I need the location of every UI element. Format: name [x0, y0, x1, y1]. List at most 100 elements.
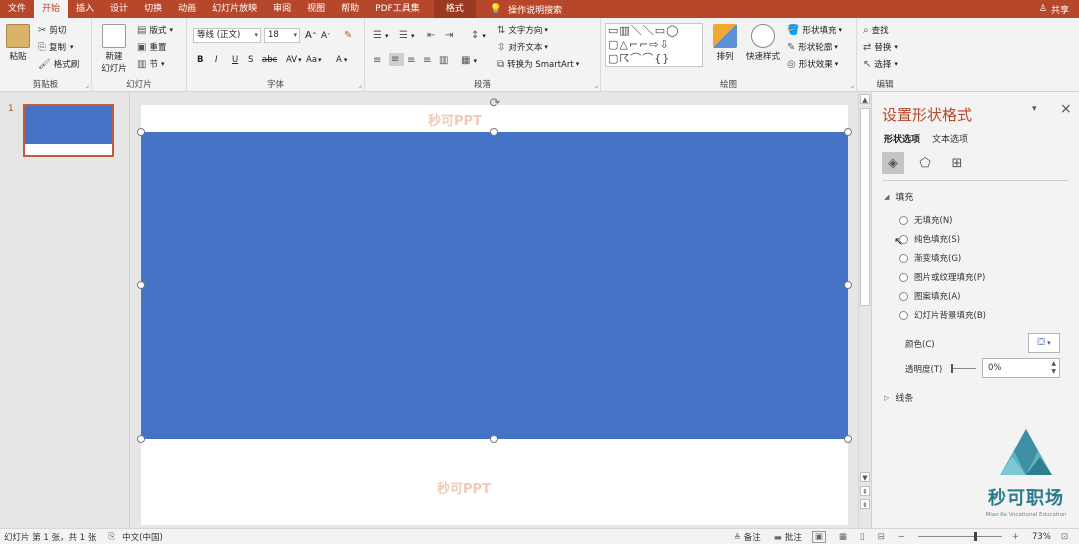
- fit-to-window-icon[interactable]: ⊡: [1061, 532, 1068, 542]
- change-case-button[interactable]: Aa ▾: [306, 55, 322, 65]
- columns-button[interactable]: ▦ ▾: [461, 55, 477, 66]
- tab-animations[interactable]: 动画: [170, 0, 204, 18]
- arrange-button[interactable]: 排列: [711, 24, 739, 62]
- radio-background-fill[interactable]: 幻灯片背景填充(B): [899, 309, 986, 321]
- font-name-select[interactable]: 等线 (正文) ▾: [193, 28, 261, 43]
- previous-slide-icon[interactable]: ⇞: [860, 486, 870, 496]
- radio-picture-fill[interactable]: 图片或纹理填充(P): [899, 271, 985, 283]
- effects-pentagon-icon[interactable]: ⬠: [914, 152, 936, 174]
- share-button[interactable]: ♙ 共享: [1039, 3, 1079, 16]
- distribute-button[interactable]: ▥: [439, 55, 451, 66]
- dialog-launcher-icon[interactable]: ⌟: [86, 81, 89, 89]
- tab-transitions[interactable]: 切换: [136, 0, 170, 18]
- select-button[interactable]: ↖ 选择 ▾: [863, 58, 898, 71]
- tab-insert[interactable]: 插入: [68, 0, 102, 18]
- slider-knob[interactable]: [951, 364, 953, 373]
- format-painter-button[interactable]: 🖌 格式刷: [38, 58, 79, 71]
- dialog-launcher-icon[interactable]: ⌟: [851, 81, 854, 89]
- numbering-button[interactable]: ☰ ▾: [399, 30, 414, 41]
- comments-button[interactable]: ▬ 批注: [771, 531, 802, 543]
- tab-design[interactable]: 设计: [102, 0, 136, 18]
- scrollbar-thumb[interactable]: [860, 108, 870, 306]
- resize-handle-bottom-right[interactable]: [844, 435, 852, 443]
- zoom-slider-knob[interactable]: [973, 532, 977, 541]
- layout-button[interactable]: ▤ 版式 ▾: [137, 24, 173, 37]
- section-button[interactable]: ▥ 节 ▾: [137, 58, 164, 71]
- radio-solid-fill[interactable]: 纯色填充(S): [899, 233, 960, 245]
- dialog-launcher-icon[interactable]: ⌟: [359, 81, 362, 89]
- new-slide-button[interactable]: 新建 幻灯片: [96, 24, 132, 74]
- language-label[interactable]: 中文(中国): [122, 531, 163, 543]
- radio-pattern-fill[interactable]: 图案填充(A): [899, 290, 960, 302]
- align-right-button[interactable]: ≡: [407, 55, 418, 66]
- close-icon[interactable]: ×: [1060, 101, 1072, 117]
- text-direction-button[interactable]: ⇅ 文字方向 ▾: [497, 24, 548, 37]
- radio-no-fill[interactable]: 无填充(N): [899, 214, 953, 226]
- selected-rectangle-shape[interactable]: [141, 132, 848, 439]
- slide-thumbnail[interactable]: [23, 104, 114, 157]
- scroll-up-icon[interactable]: ▲: [860, 94, 870, 104]
- rotate-handle-icon[interactable]: ⟳: [488, 97, 502, 111]
- resize-handle-right[interactable]: [844, 281, 852, 289]
- quick-styles-button[interactable]: 快速样式: [741, 24, 785, 62]
- align-text-button[interactable]: ⇳ 对齐文本 ▾: [497, 41, 548, 54]
- shapes-gallery[interactable]: ▭▥＼＼▭◯ ▢△⌐⌐⇨⇩ ▢☈⌒⌒{}: [605, 23, 703, 67]
- tab-view[interactable]: 视图: [299, 0, 333, 18]
- tab-text-options[interactable]: 文本选项: [932, 132, 968, 145]
- resize-handle-top-left[interactable]: [137, 128, 145, 136]
- tab-help[interactable]: 帮助: [333, 0, 367, 18]
- shape-effects-button[interactable]: ◎ 形状效果 ▾: [787, 58, 838, 71]
- resize-handle-bottom[interactable]: [490, 435, 498, 443]
- slideshow-icon[interactable]: ⊟: [878, 532, 885, 542]
- radio-gradient-fill[interactable]: 渐变填充(G): [899, 252, 961, 264]
- find-button[interactable]: ⌕ 查找: [863, 24, 889, 37]
- line-section-header[interactable]: ▷ 线条: [884, 391, 913, 405]
- size-properties-icon[interactable]: ⊞: [946, 152, 968, 174]
- font-color-button[interactable]: A ▾: [336, 55, 347, 65]
- grow-font-button[interactable]: A ^: [305, 30, 317, 41]
- zoom-in-icon[interactable]: +: [1012, 532, 1019, 542]
- shadow-button[interactable]: S: [248, 55, 253, 65]
- tab-review[interactable]: 审阅: [265, 0, 299, 18]
- italic-button[interactable]: I: [215, 55, 218, 65]
- tab-file[interactable]: 文件: [0, 0, 34, 18]
- shrink-font-button[interactable]: A ˅: [321, 31, 330, 41]
- char-spacing-button[interactable]: AV ▾: [286, 55, 302, 65]
- clear-formatting-button[interactable]: ✎: [344, 30, 352, 41]
- reading-view-icon[interactable]: ▯: [860, 532, 865, 542]
- normal-view-icon[interactable]: ▣: [811, 530, 826, 543]
- decrease-indent-button[interactable]: ⇤: [427, 30, 438, 41]
- transparency-slider[interactable]: [951, 364, 976, 373]
- zoom-out-icon[interactable]: −: [898, 532, 905, 542]
- tab-home[interactable]: 开始: [34, 0, 69, 18]
- shape-outline-button[interactable]: ✎ 形状轮廓 ▾: [787, 41, 838, 54]
- increase-indent-button[interactable]: ⇥: [445, 30, 456, 41]
- convert-smartart-button[interactable]: ⧉ 转换为 SmartArt ▾: [497, 58, 579, 71]
- resize-handle-bottom-left[interactable]: [137, 435, 145, 443]
- dialog-launcher-icon[interactable]: ⌟: [595, 81, 598, 89]
- next-slide-icon[interactable]: ⇟: [860, 499, 870, 509]
- resize-handle-top-right[interactable]: [844, 128, 852, 136]
- pane-options-icon[interactable]: ▾: [1032, 104, 1037, 114]
- zoom-slider[interactable]: [917, 532, 1002, 541]
- align-center-button[interactable]: ≡: [389, 53, 405, 66]
- resize-handle-top[interactable]: [490, 128, 498, 136]
- tell-me-search[interactable]: 💡 操作说明搜索: [490, 3, 562, 16]
- spellcheck-icon[interactable]: ⎘: [108, 532, 115, 542]
- justify-button[interactable]: ≡: [423, 55, 434, 66]
- bullets-button[interactable]: ☰ ▾: [373, 30, 388, 41]
- transparency-input[interactable]: 0% ▲ ▼: [982, 358, 1060, 378]
- tab-slideshow[interactable]: 幻灯片放映: [204, 0, 265, 18]
- resize-handle-left[interactable]: [137, 281, 145, 289]
- notes-button[interactable]: ≜ 备注: [731, 531, 761, 543]
- strikethrough-button[interactable]: abc: [262, 55, 277, 65]
- reset-button[interactable]: ▣ 重置: [137, 41, 166, 54]
- fill-color-button[interactable]: ⛋ ▾: [1028, 333, 1060, 353]
- paste-button[interactable]: 粘贴: [4, 24, 32, 62]
- cut-button[interactable]: ✂ 剪切: [38, 24, 66, 37]
- copy-button[interactable]: ⎘ 复制 ▾: [38, 41, 74, 54]
- bold-button[interactable]: B: [197, 55, 203, 65]
- spinner-icon[interactable]: ▲ ▼: [1051, 360, 1056, 376]
- vertical-scrollbar[interactable]: ▲ ▼ ⇞ ⇟: [858, 92, 870, 528]
- fill-section-header[interactable]: ◢ 填充: [884, 190, 913, 204]
